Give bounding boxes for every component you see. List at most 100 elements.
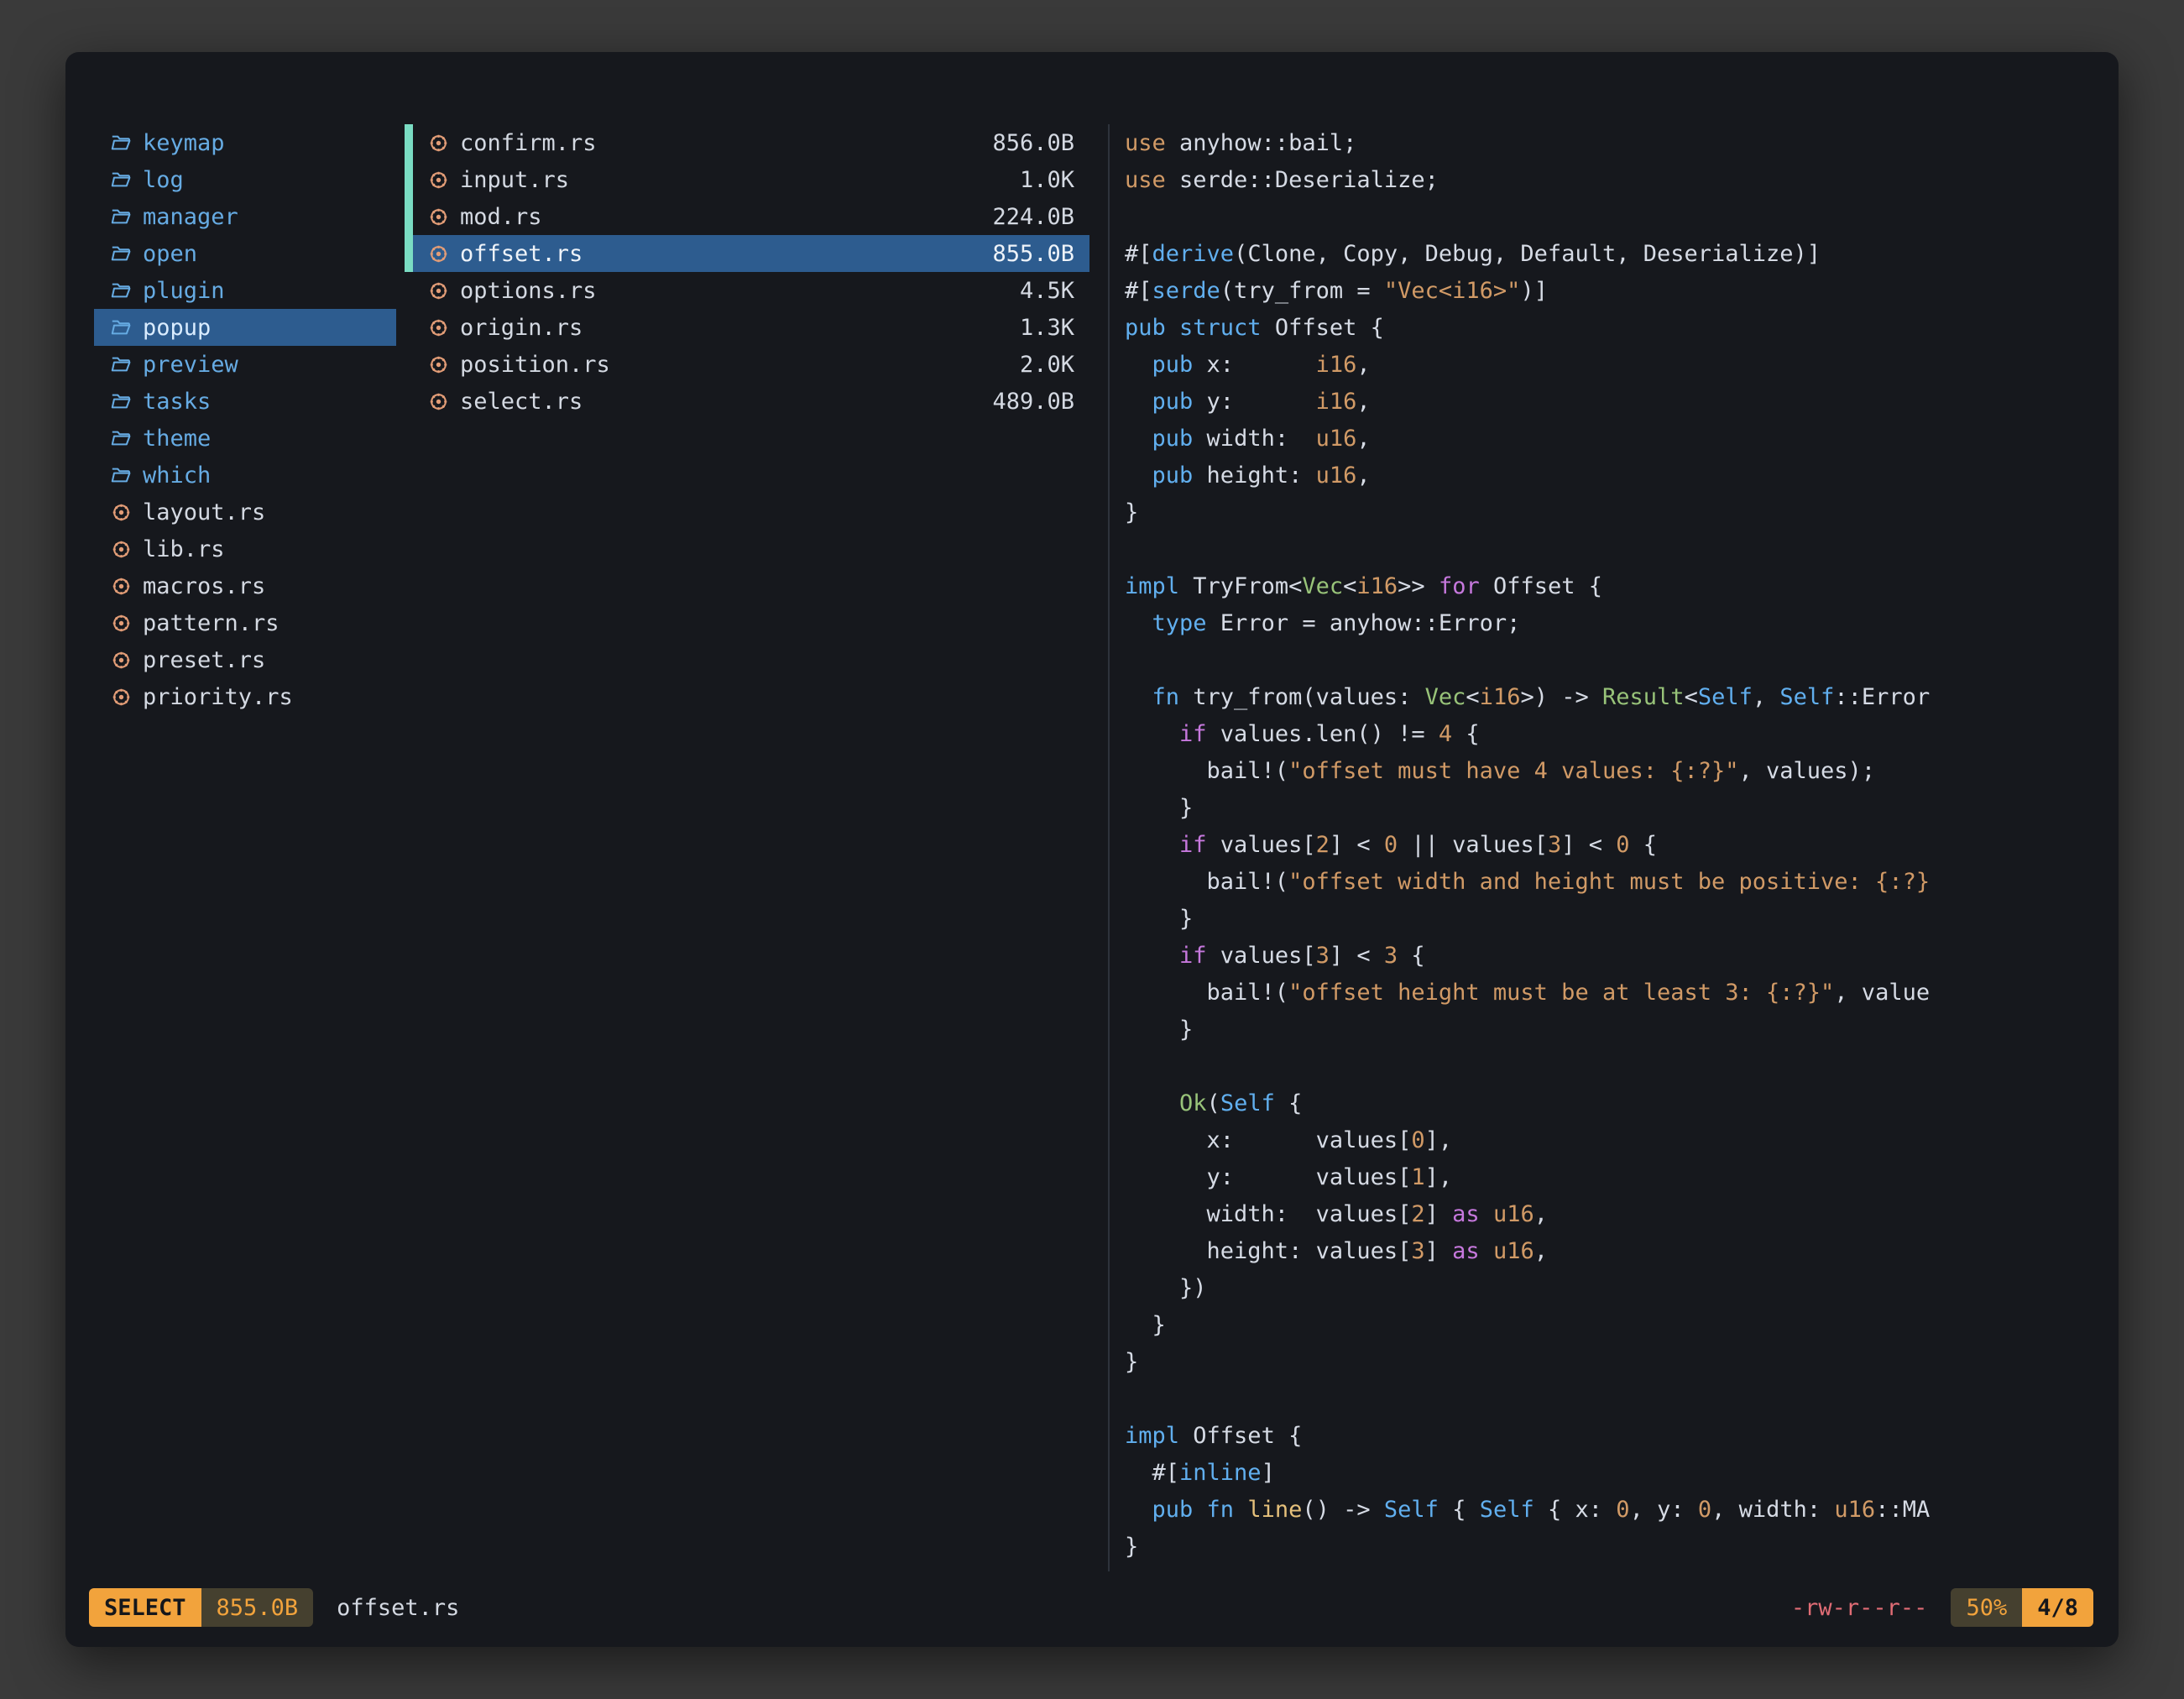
code-line: } — [1125, 494, 2102, 531]
code-line: height: values[3] as u16, — [1125, 1232, 2102, 1269]
folder-icon — [107, 463, 134, 487]
code-line — [1125, 1048, 2102, 1085]
sidebar-item-manager[interactable]: manager — [94, 198, 396, 235]
code-line: if values[2] < 0 || values[3] < 0 { — [1125, 826, 2102, 863]
file-name: origin.rs — [460, 315, 583, 341]
selected-marker — [405, 383, 413, 420]
file-row-offset-rs[interactable]: offset.rs855.0B — [405, 235, 1089, 272]
folder-icon — [107, 426, 134, 450]
file-row-position-rs[interactable]: position.rs 2.0K — [405, 346, 1089, 383]
rust-file-icon — [425, 279, 452, 302]
code-preview: use anyhow::bail;use serde::Deserialize;… — [1125, 124, 2102, 1565]
file-row-confirm-rs[interactable]: confirm.rs856.0B — [405, 124, 1089, 161]
folder-icon — [107, 279, 134, 302]
file-name: position.rs — [460, 352, 610, 378]
code-line — [1125, 641, 2102, 678]
code-line: pub y: i16, — [1125, 383, 2102, 420]
sidebar-item-preview[interactable]: preview — [94, 346, 396, 383]
file-row-select-rs[interactable]: select.rs 489.0B — [405, 383, 1089, 420]
sidebar-item-label: preview — [143, 352, 238, 378]
terminal-window: keymap logmanageropenplugin popup preview ta… — [65, 52, 2119, 1647]
code-line: } — [1125, 789, 2102, 826]
file-name: confirm.rs — [460, 130, 597, 156]
file-row-input-rs[interactable]: input.rs1.0K — [405, 161, 1089, 198]
sidebar-item-log[interactable]: log — [94, 161, 396, 198]
code-line: fn try_from(values: Vec<i16>) -> Result<… — [1125, 678, 2102, 715]
sidebar-item-plugin[interactable]: plugin — [94, 272, 396, 309]
code-line: type Error = anyhow::Error; — [1125, 604, 2102, 641]
file-row-origin-rs[interactable]: origin.rs1.3K — [405, 309, 1089, 346]
folder-icon — [107, 168, 134, 191]
selected-marker — [405, 198, 413, 235]
sidebar-item-label: keymap — [143, 130, 225, 156]
rust-file-icon — [107, 500, 134, 524]
code-line: } — [1125, 1011, 2102, 1048]
code-line: bail!("offset width and height must be p… — [1125, 863, 2102, 900]
code-line: y: values[1], — [1125, 1158, 2102, 1195]
code-line: } — [1125, 1343, 2102, 1380]
file-permissions: -rw-r--r-- — [1791, 1595, 1928, 1621]
status-file-name: offset.rs — [337, 1595, 459, 1621]
sidebar-item-which[interactable]: which — [94, 457, 396, 494]
file-name: offset.rs — [460, 241, 583, 267]
file-size: 489.0B — [992, 389, 1089, 415]
sidebar-item-tasks[interactable]: tasks — [94, 383, 396, 420]
status-bar: SELECT 855.0B offset.rs -rw-r--r-- 50% 4… — [89, 1588, 2093, 1627]
sidebar-item-open[interactable]: open — [94, 235, 396, 272]
mode-badge: SELECT — [89, 1588, 201, 1627]
file-name: options.rs — [460, 278, 597, 304]
file-size: 2.0K — [1020, 352, 1089, 378]
file-size: 1.0K — [1020, 167, 1089, 193]
sidebar-item-layout-rs[interactable]: layout.rs — [94, 494, 396, 531]
sidebar-item-lib-rs[interactable]: lib.rs — [94, 531, 396, 567]
code-line: if values[3] < 3 { — [1125, 937, 2102, 974]
code-line: }) — [1125, 1269, 2102, 1306]
code-line: pub height: u16, — [1125, 457, 2102, 494]
rust-file-icon — [425, 353, 452, 376]
rust-file-icon — [425, 205, 452, 228]
folder-icon — [107, 316, 134, 339]
sidebar-item-label: lib.rs — [143, 536, 225, 562]
rust-file-icon — [107, 685, 134, 708]
sidebar-item-pattern-rs[interactable]: pattern.rs — [94, 604, 396, 641]
rust-file-icon — [107, 537, 134, 561]
sidebar-item-label: popup — [143, 315, 211, 341]
file-name: select.rs — [460, 389, 583, 415]
sidebar-item-priority-rs[interactable]: priority.rs — [94, 678, 396, 715]
selected-marker — [405, 272, 413, 309]
file-size-badge: 855.0B — [201, 1588, 314, 1627]
file-row-mod-rs[interactable]: mod.rs224.0B — [405, 198, 1089, 235]
file-manager-content: keymap logmanageropenplugin popup preview ta… — [65, 52, 2119, 1588]
sidebar-item-popup[interactable]: popup — [94, 309, 396, 346]
sidebar-item-label: tasks — [143, 389, 211, 415]
sidebar-item-label: pattern.rs — [143, 610, 280, 636]
rust-file-icon — [425, 316, 452, 339]
rust-file-icon — [425, 242, 452, 265]
code-line: } — [1125, 1528, 2102, 1565]
code-line: if values.len() != 4 { — [1125, 715, 2102, 752]
rust-file-icon — [425, 168, 452, 191]
selected-marker — [405, 124, 413, 161]
code-line: pub fn line() -> Self { Self { x: 0, y: … — [1125, 1491, 2102, 1528]
rust-file-icon — [107, 611, 134, 635]
rust-file-icon — [425, 389, 452, 413]
sidebar-list: keymap logmanageropenplugin popup preview ta… — [94, 124, 396, 715]
pane-divider — [1108, 124, 1110, 1571]
sidebar-item-preset-rs[interactable]: preset.rs — [94, 641, 396, 678]
selected-marker — [405, 161, 413, 198]
code-line — [1125, 198, 2102, 235]
file-row-options-rs[interactable]: options.rs4.5K — [405, 272, 1089, 309]
code-line: x: values[0], — [1125, 1121, 2102, 1158]
code-line — [1125, 531, 2102, 567]
code-line: width: values[2] as u16, — [1125, 1195, 2102, 1232]
sidebar-item-macros-rs[interactable]: macros.rs — [94, 567, 396, 604]
code-line: impl TryFrom<Vec<i16>> for Offset { — [1125, 567, 2102, 604]
current-directory-pane: confirm.rs856.0Binput.rs1.0Kmod.rs224.0B… — [405, 124, 1089, 1588]
rust-file-icon — [107, 574, 134, 598]
code-line: bail!("offset must have 4 values: {:?}",… — [1125, 752, 2102, 789]
code-line: #[inline] — [1125, 1454, 2102, 1491]
sidebar-item-keymap[interactable]: keymap — [94, 124, 396, 161]
code-line: } — [1125, 900, 2102, 937]
folder-icon — [107, 131, 134, 154]
sidebar-item-theme[interactable]: theme — [94, 420, 396, 457]
